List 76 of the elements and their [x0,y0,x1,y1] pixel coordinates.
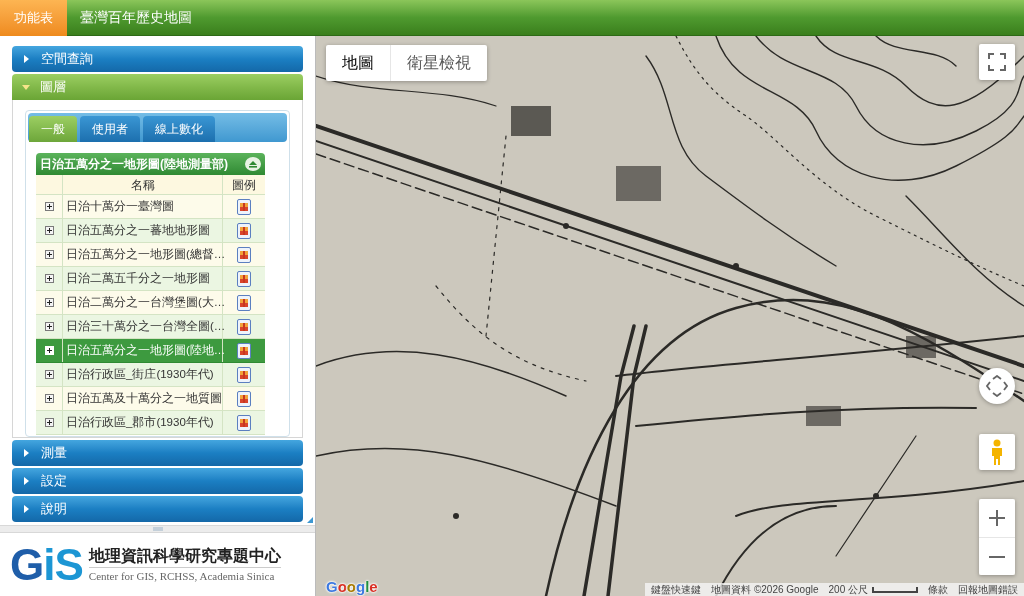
report-map-error-link[interactable]: 回報地圖錯誤 [958,584,1018,595]
keyboard-shortcuts-link[interactable]: 鍵盤快速鍵 [651,584,702,595]
caret-right-icon [24,477,29,485]
accordion-header[interactable]: 測量 [12,440,303,466]
layer-name: 日治五萬分之一地形圖(總督… [66,246,226,262]
plus-square-icon[interactable] [44,394,54,403]
layer-row[interactable]: 日治五萬分之一地形圖(陸地… [36,339,265,363]
column-header: 名稱 [63,175,223,194]
layer-row[interactable]: 日治五萬分之一地形圖(總督… [36,243,265,267]
layer-row[interactable]: 日治三十萬分之一台灣全圖(… [36,315,265,339]
layer-name: 日治三十萬分之一台灣全圖(… [66,318,226,334]
caret-right-icon [24,55,29,63]
plus-square-icon[interactable] [44,274,54,283]
legend-icon[interactable] [237,222,251,239]
legend-icon[interactable] [237,198,251,215]
legend-icon[interactable] [237,318,251,335]
center-name: 地理資訊科學研究專題中心 [88,546,281,566]
plus-square-icon[interactable] [44,226,54,235]
table-title: 日治五萬分之一地形圖(陸地測量部) [40,156,228,173]
layer-row[interactable]: 日治五萬分之一蕃地地形圖 [36,219,265,243]
layer-name: 日治十萬分一臺灣圖 [66,198,174,214]
layer-name: 日治五萬及十萬分之一地質圖 [66,390,222,406]
plus-icon [989,510,1005,526]
terms-link[interactable]: 條款 [928,584,948,595]
plus-square-icon[interactable] [44,322,54,331]
layer-row[interactable]: 日治五萬及十萬分之一地質圖 [36,387,265,411]
layer-row[interactable]: 日治二萬分之一台灣堡圖(大… [36,291,265,315]
layer-name: 日治五萬分之一地形圖(陸地… [66,342,226,358]
accordion-header[interactable]: 說明 [12,496,303,522]
scale-label: 200 公尺 [828,584,868,595]
layer-row[interactable]: 日治十萬分一臺灣圖 [36,195,265,219]
legend-icon[interactable] [237,414,251,431]
legend-icon[interactable] [237,294,251,311]
legend-icon[interactable] [237,390,251,407]
layer-name: 日治二萬分之一台灣堡圖(大… [66,294,226,310]
gis-logo: GiS [10,542,83,587]
layer-name: 日治行政區_郡市(1930年代) [66,414,214,430]
scale-bar-icon [872,586,918,593]
map-data-text: 地圖資料 ©2026 Google [711,584,819,595]
zoom-in-button[interactable] [979,499,1015,537]
layer-name: 日治二萬五千分之一地形圖 [66,270,210,286]
layer-row[interactable]: 日治行政區_郡市(1930年代) [36,411,265,435]
center-subtitle: Center for GIS, RCHSS, Academia Sinica [88,567,281,584]
map-type-button[interactable]: 衛星檢視 [390,45,487,81]
accordion-header[interactable]: 空間查詢 [12,46,303,72]
plus-square-icon[interactable] [44,250,54,259]
caret-right-icon [24,505,29,513]
layer-row[interactable]: 日治行政區_街庄(1930年代) [36,363,265,387]
four-arrows-icon [986,375,1008,397]
accordion-header[interactable]: 設定 [12,468,303,494]
app-title: 臺灣百年歷史地圖 [80,8,192,27]
tab[interactable]: 線上數化 [143,116,215,142]
caret-right-icon [24,449,29,457]
resize-grip-icon[interactable] [307,517,313,523]
minus-icon [989,555,1005,558]
plus-square-icon[interactable] [44,370,54,379]
layer-name: 日治五萬分之一蕃地地形圖 [66,222,210,238]
collapse-icon[interactable] [245,157,261,171]
fullscreen-button[interactable] [979,44,1015,80]
map-type-button[interactable]: 地圖 [326,45,390,81]
legend-icon[interactable] [237,246,251,263]
plus-square-icon[interactable] [44,202,54,211]
google-logo: Google [326,579,378,594]
fullscreen-icon [988,53,1006,71]
layer-name: 日治行政區_街庄(1930年代) [66,366,214,382]
column-header: 圖例 [231,176,257,194]
layer-row[interactable]: 日治二萬五千分之一地形圖 [36,267,265,291]
person-icon [990,439,1004,465]
legend-icon[interactable] [237,270,251,287]
zoom-out-button[interactable] [979,537,1015,575]
plus-square-icon[interactable] [44,418,54,427]
tab[interactable]: 使用者 [80,116,140,142]
legend-icon[interactable] [237,342,251,359]
plus-square-icon[interactable] [44,298,54,307]
legend-icon[interactable] [237,366,251,383]
caret-down-icon [22,84,30,90]
